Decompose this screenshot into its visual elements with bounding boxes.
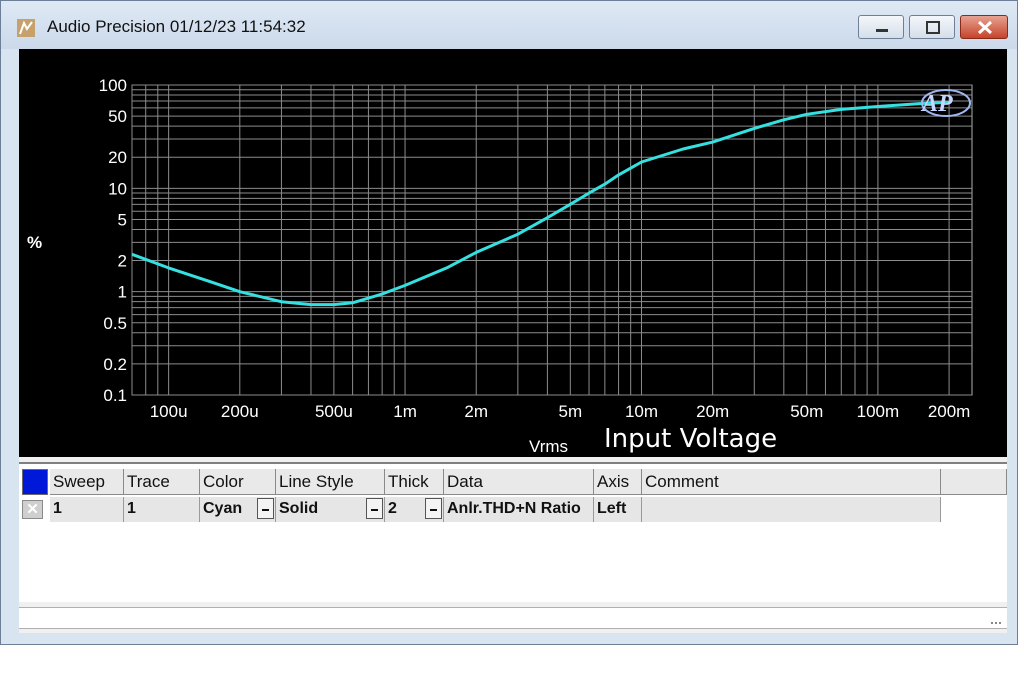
close-icon — [977, 20, 993, 35]
cell-line-style-value: Solid — [279, 500, 319, 517]
trace-table: Sweep Trace Color Line Style Thick Data … — [19, 462, 1007, 602]
cell-line-style[interactable]: Solid — [276, 497, 385, 522]
cell-comment[interactable] — [642, 497, 941, 522]
status-bar — [19, 607, 1007, 629]
y-tick-label: 1 — [118, 283, 127, 302]
col-header-sweep[interactable]: Sweep — [50, 469, 124, 495]
cell-thick[interactable]: 2 — [385, 497, 444, 522]
x-tick-labels: 100u 200u 500u 1m 2m 5m 10m 20m 50m 100m 200m — [150, 402, 971, 421]
cell-sweep[interactable]: 1 — [50, 497, 124, 522]
col-header-data[interactable]: Data — [444, 469, 594, 495]
x-tick-label: 2m — [464, 402, 488, 421]
y-tick-label: 5 — [118, 210, 127, 229]
col-header-blank — [941, 469, 1007, 495]
y-tick-label: 2 — [118, 252, 127, 271]
svg-text:AP: AP — [920, 91, 953, 117]
x-tick-label: 100u — [150, 402, 188, 421]
x-tick-label: 5m — [558, 402, 582, 421]
y-tick-label: 50 — [108, 107, 127, 126]
y-tick-labels: 100 50 20 10 5 2 1 0.5 0.2 0.1 — [99, 76, 127, 405]
y-axis-label: % — [27, 233, 42, 252]
x-tick-label: 10m — [625, 402, 658, 421]
minimize-icon — [876, 29, 888, 32]
x-tick-label: 200m — [928, 402, 971, 421]
select-all-corner[interactable] — [22, 469, 48, 495]
window-title: Audio Precision 01/12/23 11:54:32 — [47, 17, 306, 36]
maximize-icon — [926, 21, 940, 34]
grid-layer — [131, 84, 973, 396]
y-tick-label: 0.2 — [103, 355, 127, 374]
cell-color[interactable]: Cyan — [200, 497, 276, 522]
col-header-axis[interactable]: Axis — [594, 469, 642, 495]
series-layer — [131, 100, 950, 307]
resize-grip-icon[interactable] — [991, 614, 1001, 624]
y-tick-label: 10 — [108, 179, 127, 198]
line-style-dropdown-icon[interactable] — [366, 498, 383, 519]
y-tick-label: 0.5 — [103, 314, 127, 333]
minimize-button[interactable] — [858, 15, 904, 39]
x-axis-annotation: Input Voltage — [604, 424, 777, 454]
y-tick-label: 20 — [108, 148, 127, 167]
title-bar[interactable]: Audio Precision 01/12/23 11:54:32 — [1, 1, 1017, 49]
col-header-line-style[interactable]: Line Style — [276, 469, 385, 495]
cell-data[interactable]: Anlr.THD+N Ratio — [444, 497, 594, 522]
cell-axis[interactable]: Left — [594, 497, 642, 522]
audio-precision-app-icon — [17, 19, 35, 37]
col-header-thick[interactable]: Thick — [385, 469, 444, 495]
x-tick-label: 50m — [790, 402, 823, 421]
chart-panel[interactable]: 100 50 20 10 5 2 1 0.5 0.2 0.1 100u 200u 500u 1m 2m 5m… — [19, 49, 1007, 457]
trace-enable-checkbox[interactable]: ✕ — [22, 500, 43, 519]
graph-client-area: 100 50 20 10 5 2 1 0.5 0.2 0.1 100u 200u 500u 1m 2m 5m… — [19, 49, 1007, 633]
col-header-comment[interactable]: Comment — [642, 469, 941, 495]
app-window: Audio Precision 01/12/23 11:54:32 100 50 2… — [0, 0, 1018, 645]
ap-logo: AP — [920, 89, 971, 117]
x-tick-label: 200u — [221, 402, 259, 421]
plot-frame — [131, 84, 973, 396]
thick-dropdown-icon[interactable] — [425, 498, 442, 519]
maximize-button[interactable] — [909, 15, 955, 39]
y-tick-label: 100 — [99, 76, 127, 95]
col-header-color[interactable]: Color — [200, 469, 276, 495]
close-button[interactable] — [960, 15, 1008, 39]
x-axis-label: Vrms — [529, 437, 568, 456]
col-header-trace[interactable]: Trace — [124, 469, 200, 495]
cell-color-value: Cyan — [203, 500, 243, 517]
cell-trace[interactable]: 1 — [124, 497, 200, 522]
x-tick-label: 100m — [857, 402, 900, 421]
thd-n-chart: 100 50 20 10 5 2 1 0.5 0.2 0.1 100u 200u 500u 1m 2m 5m… — [27, 76, 973, 456]
x-tick-label: 1m — [393, 402, 417, 421]
y-tick-label: 0.1 — [103, 386, 127, 405]
series-line-thd-n — [131, 100, 950, 307]
x-tick-label: 20m — [696, 402, 729, 421]
x-tick-label: 500u — [315, 402, 353, 421]
color-dropdown-icon[interactable] — [257, 498, 274, 519]
cell-thick-value: 2 — [388, 500, 397, 517]
